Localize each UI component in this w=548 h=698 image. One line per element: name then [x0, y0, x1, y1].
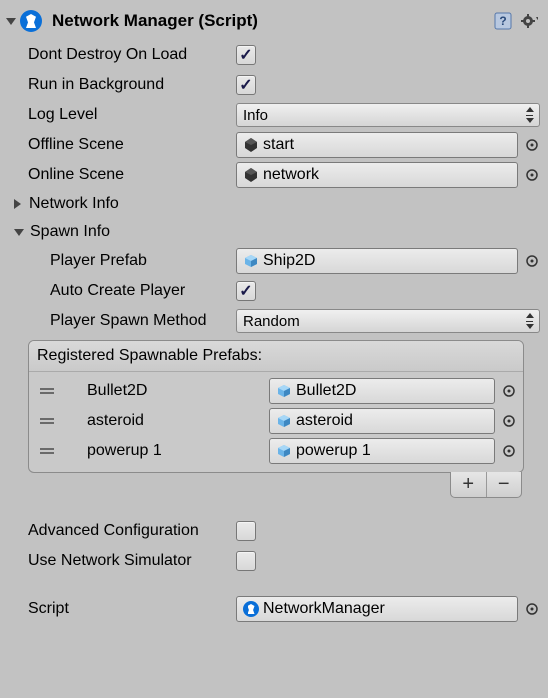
- offline-scene-picker-icon[interactable]: [524, 137, 540, 153]
- script-picker-icon[interactable]: [524, 601, 540, 617]
- online-scene-value: network: [263, 166, 319, 184]
- list-item-picker-icon[interactable]: [501, 383, 517, 399]
- list-item: asteroid asteroid: [35, 406, 517, 436]
- component-header: Network Manager (Script) ? ▾: [6, 4, 540, 40]
- advanced-config-label: Advanced Configuration: [6, 522, 236, 540]
- list-item: powerup 1 powerup 1: [35, 436, 517, 466]
- spawnable-prefabs-list: Registered Spawnable Prefabs: Bullet2D B…: [28, 340, 524, 473]
- run-in-background-checkbox[interactable]: [236, 75, 256, 95]
- log-level-row: Log Level Info: [6, 100, 540, 130]
- list-item-field[interactable]: Bullet2D: [269, 378, 495, 404]
- help-icon[interactable]: ?: [492, 10, 514, 32]
- list-item-label: Bullet2D: [59, 382, 269, 400]
- player-prefab-value: Ship2D: [263, 252, 315, 270]
- foldout-arrow-icon[interactable]: [6, 18, 16, 25]
- online-scene-row: Online Scene network: [6, 160, 540, 190]
- run-in-background-row: Run in Background: [6, 70, 540, 100]
- foldout-arrow-icon: [14, 229, 24, 236]
- component-title: Network Manager (Script): [52, 11, 488, 31]
- svg-text:▾: ▾: [536, 16, 538, 22]
- log-level-dropdown[interactable]: Info: [236, 103, 540, 127]
- player-spawn-method-row: Player Spawn Method Random: [6, 306, 540, 336]
- foldout-arrow-icon: [14, 199, 21, 209]
- offline-scene-field[interactable]: start: [236, 132, 518, 158]
- list-item-field[interactable]: asteroid: [269, 408, 495, 434]
- use-network-simulator-label: Use Network Simulator: [6, 552, 236, 570]
- online-scene-picker-icon[interactable]: [524, 167, 540, 183]
- network-info-label: Network Info: [29, 195, 119, 213]
- advanced-config-checkbox[interactable]: [236, 521, 256, 541]
- list-item: Bullet2D Bullet2D: [35, 376, 517, 406]
- script-field[interactable]: NetworkManager: [236, 596, 518, 622]
- unity-scene-icon: [243, 167, 259, 183]
- prefab-cube-icon: [276, 443, 292, 459]
- spawnable-prefabs-header: Registered Spawnable Prefabs:: [29, 341, 523, 372]
- list-remove-button[interactable]: −: [487, 472, 522, 497]
- player-spawn-method-label: Player Spawn Method: [6, 312, 236, 330]
- offline-scene-row: Offline Scene start: [6, 130, 540, 160]
- inspector-panel: Network Manager (Script) ? ▾ Dont Destro…: [0, 0, 548, 632]
- list-item-label: powerup 1: [59, 442, 269, 460]
- advanced-config-row: Advanced Configuration: [6, 516, 540, 546]
- online-scene-label: Online Scene: [6, 166, 236, 184]
- player-prefab-row: Player Prefab Ship2D: [6, 246, 540, 276]
- prefab-cube-icon: [276, 413, 292, 429]
- online-scene-field[interactable]: network: [236, 162, 518, 188]
- script-row: Script NetworkManager: [6, 594, 540, 624]
- auto-create-player-row: Auto Create Player: [6, 276, 540, 306]
- player-prefab-label: Player Prefab: [6, 252, 236, 270]
- list-footer: + −: [6, 472, 540, 498]
- script-label: Script: [6, 600, 236, 618]
- player-spawn-method-dropdown[interactable]: Random: [236, 309, 540, 333]
- auto-create-player-label: Auto Create Player: [6, 282, 236, 300]
- drag-handle-icon[interactable]: [35, 418, 59, 424]
- dont-destroy-row: Dont Destroy On Load: [6, 40, 540, 70]
- list-add-button[interactable]: +: [451, 472, 487, 497]
- log-level-label: Log Level: [6, 106, 236, 124]
- drag-handle-icon[interactable]: [35, 388, 59, 394]
- script-icon: [243, 601, 259, 617]
- use-network-simulator-checkbox[interactable]: [236, 551, 256, 571]
- list-item-field[interactable]: powerup 1: [269, 438, 495, 464]
- dont-destroy-checkbox[interactable]: [236, 45, 256, 65]
- player-prefab-picker-icon[interactable]: [524, 253, 540, 269]
- component-icon: [20, 10, 42, 32]
- list-item-picker-icon[interactable]: [501, 443, 517, 459]
- script-value: NetworkManager: [263, 600, 385, 618]
- svg-text:?: ?: [499, 14, 506, 28]
- gear-icon[interactable]: ▾: [518, 10, 540, 32]
- list-item-label: asteroid: [59, 412, 269, 430]
- auto-create-player-checkbox[interactable]: [236, 281, 256, 301]
- network-info-section[interactable]: Network Info: [6, 190, 540, 218]
- prefab-cube-icon: [243, 253, 259, 269]
- unity-scene-icon: [243, 137, 259, 153]
- run-in-background-label: Run in Background: [6, 76, 236, 94]
- offline-scene-value: start: [263, 136, 294, 154]
- dont-destroy-label: Dont Destroy On Load: [6, 46, 236, 64]
- spawn-info-section[interactable]: Spawn Info: [6, 218, 540, 246]
- drag-handle-icon[interactable]: [35, 448, 59, 454]
- spawn-info-label: Spawn Info: [30, 223, 110, 241]
- use-network-simulator-row: Use Network Simulator: [6, 546, 540, 576]
- list-item-picker-icon[interactable]: [501, 413, 517, 429]
- prefab-cube-icon: [276, 383, 292, 399]
- player-prefab-field[interactable]: Ship2D: [236, 248, 518, 274]
- offline-scene-label: Offline Scene: [6, 136, 236, 154]
